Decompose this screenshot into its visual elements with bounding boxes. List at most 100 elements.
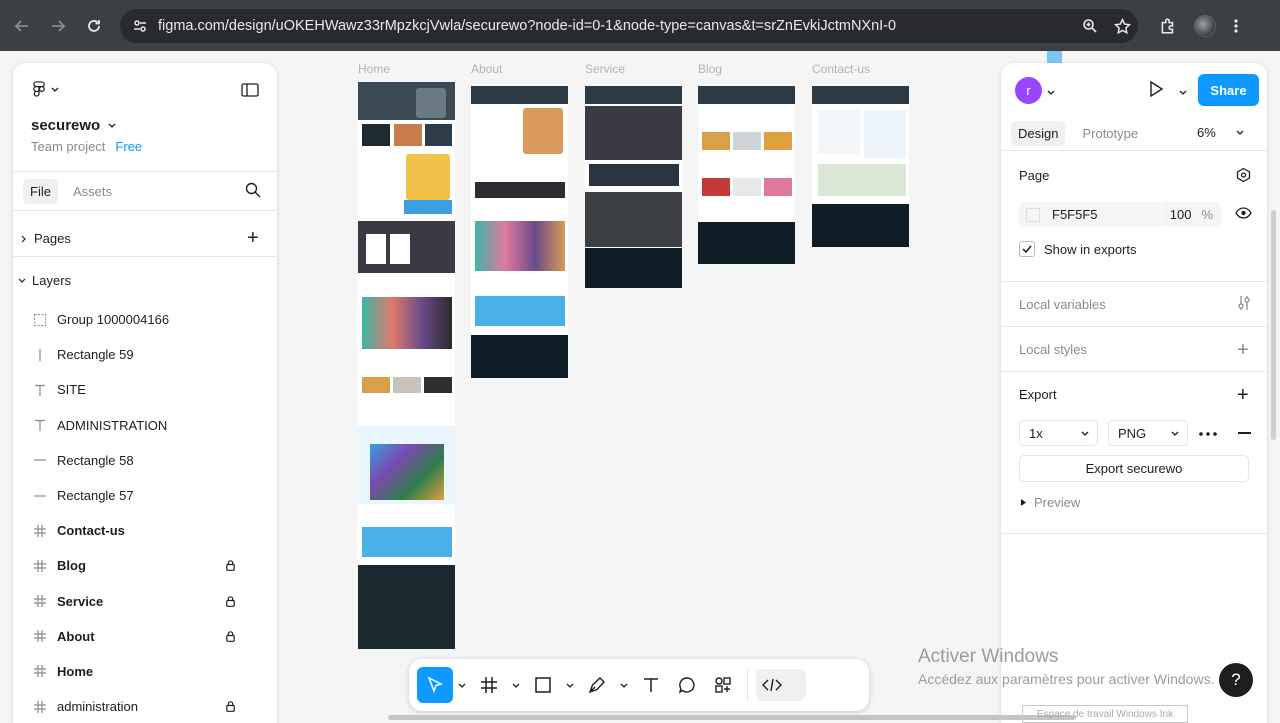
url-text[interactable]: figma.com/design/uOKEHWawz33rMpzkcjVwla/…: [158, 18, 1074, 34]
export-scale-select[interactable]: 1x: [1019, 420, 1098, 446]
background-opacity[interactable]: 100 %: [1161, 202, 1221, 227]
frame-icon: [481, 677, 497, 693]
actions-tool[interactable]: [705, 667, 741, 703]
frame-service[interactable]: [585, 86, 682, 288]
frame-about[interactable]: [471, 86, 568, 378]
zoom-icon[interactable]: [1074, 18, 1106, 34]
layer-row[interactable]: SITE: [13, 372, 277, 407]
frame-contact-us[interactable]: [812, 86, 909, 247]
chevron-down-icon: [51, 87, 59, 92]
reload-button[interactable]: [76, 8, 112, 44]
show-in-exports-row[interactable]: Show in exports: [1019, 241, 1137, 257]
layer-row[interactable]: administration: [13, 689, 277, 723]
site-info-icon[interactable]: [132, 18, 148, 34]
text-tool[interactable]: [633, 667, 669, 703]
tab-assets[interactable]: Assets: [66, 179, 119, 204]
export-format-select[interactable]: PNG: [1108, 420, 1188, 446]
back-button[interactable]: [4, 8, 40, 44]
team-label[interactable]: Team project: [31, 139, 105, 154]
local-styles-label[interactable]: Local styles: [1019, 342, 1087, 357]
layer-row[interactable]: Contact-us: [13, 513, 277, 548]
tab-file[interactable]: File: [23, 178, 58, 204]
remove-export-icon[interactable]: [1238, 432, 1251, 434]
layer-row[interactable]: Group 1000004166: [13, 302, 277, 337]
layer-row[interactable]: Rectangle 59: [13, 337, 277, 372]
right-panel-scrollbar[interactable]: [1271, 210, 1276, 440]
layer-row[interactable]: About: [13, 619, 277, 654]
move-tool[interactable]: [417, 667, 453, 703]
address-bar[interactable]: figma.com/design/uOKEHWawz33rMpzkcjVwla/…: [120, 9, 1138, 43]
chevron-down-icon[interactable]: [453, 683, 471, 688]
frame-label-home[interactable]: Home: [358, 62, 390, 76]
tab-design[interactable]: Design: [1011, 121, 1066, 146]
bookmark-star-icon[interactable]: [1106, 17, 1138, 35]
chevron-down-icon[interactable]: [615, 683, 633, 688]
lock-icon[interactable]: [226, 630, 235, 645]
preview-toggle[interactable]: Preview: [1021, 495, 1080, 510]
chevron-down-icon[interactable]: [1179, 83, 1187, 98]
extensions-icon[interactable]: [1150, 8, 1186, 44]
layer-row[interactable]: Service: [13, 584, 277, 619]
plan-badge[interactable]: Free: [115, 139, 142, 154]
user-avatar[interactable]: r: [1015, 77, 1042, 104]
pages-row[interactable]: Pages +: [13, 221, 277, 257]
add-style-icon[interactable]: +: [1237, 339, 1249, 362]
layer-name: Home: [57, 663, 94, 679]
browser-menu-icon[interactable]: [1224, 8, 1248, 44]
show-in-exports-checkbox[interactable]: [1019, 241, 1035, 257]
eye-icon[interactable]: [1235, 207, 1252, 222]
pen-tool[interactable]: [579, 667, 615, 703]
variables-icon[interactable]: [1237, 295, 1251, 314]
layer-row[interactable]: Blog: [13, 548, 277, 583]
chevron-down-icon[interactable]: [561, 683, 579, 688]
frame-label-service[interactable]: Service: [585, 62, 625, 76]
layer-row[interactable]: Rectangle 57: [13, 478, 277, 513]
lock-icon[interactable]: [226, 700, 235, 715]
color-swatch[interactable]: [1026, 207, 1040, 222]
zoom-control[interactable]: 6%: [1197, 125, 1244, 140]
page-style-icon[interactable]: [1235, 167, 1252, 186]
contact-form: [864, 110, 906, 158]
frame-label-blog[interactable]: Blog: [698, 62, 722, 76]
present-play-icon[interactable]: [1148, 80, 1164, 101]
layers-header[interactable]: Layers: [18, 273, 71, 288]
profile-avatar[interactable]: [1194, 15, 1216, 37]
canvas-scrollbar[interactable]: [388, 715, 1076, 720]
frame-tool[interactable]: [471, 667, 507, 703]
export-more-icon[interactable]: [1199, 424, 1217, 439]
blog-image: [764, 178, 792, 196]
add-export-icon[interactable]: +: [1237, 384, 1249, 407]
frame-label-about[interactable]: About: [471, 62, 502, 76]
share-button[interactable]: Share: [1198, 74, 1259, 106]
lock-icon[interactable]: [226, 595, 235, 610]
chevron-down-icon[interactable]: [1047, 83, 1055, 98]
export-button[interactable]: Export securewo: [1019, 455, 1249, 482]
comment-tool[interactable]: [669, 667, 705, 703]
layer-row[interactable]: Home: [13, 654, 277, 689]
frame-label-contact-us[interactable]: Contact-us: [812, 62, 870, 76]
main-menu-button[interactable]: [33, 81, 59, 98]
tab-prototype[interactable]: Prototype: [1075, 121, 1145, 146]
add-page-icon[interactable]: +: [247, 227, 259, 250]
dev-mode-toggle[interactable]: [756, 669, 806, 701]
lock-icon[interactable]: [226, 559, 235, 574]
blog-image: [702, 178, 730, 196]
layer-row[interactable]: ADMINISTRATION: [13, 408, 277, 443]
frame-blog[interactable]: [698, 86, 795, 264]
rectangle-tool[interactable]: [525, 667, 561, 703]
background-color-field[interactable]: F5F5F5 100 %: [1019, 202, 1221, 227]
frame-home[interactable]: [358, 82, 455, 649]
help-button[interactable]: ?: [1219, 663, 1253, 697]
forward-button[interactable]: [40, 8, 76, 44]
file-name[interactable]: securewo: [31, 117, 116, 134]
text-icon: [644, 678, 658, 692]
local-variables-label[interactable]: Local variables: [1019, 297, 1106, 312]
chevron-down-icon: [108, 123, 116, 128]
design-tabs: Design Prototype 6%: [1001, 117, 1267, 151]
search-icon[interactable]: [245, 182, 261, 201]
chevron-down-icon[interactable]: [507, 683, 525, 688]
background-hex[interactable]: F5F5F5: [1052, 207, 1161, 222]
sidebar-toggle-icon[interactable]: [241, 83, 259, 100]
contact-info: [818, 110, 860, 154]
layer-row[interactable]: Rectangle 58: [13, 443, 277, 478]
